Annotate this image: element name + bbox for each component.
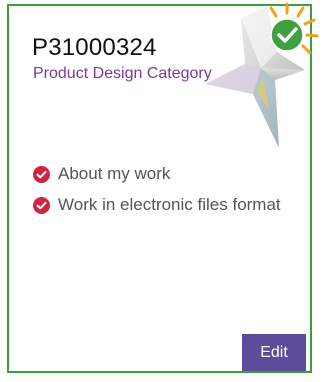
entry-id: P31000324	[32, 34, 157, 61]
check-badge-icon	[269, 2, 319, 55]
submission-items-list: About my work Work in electronic files f…	[33, 160, 281, 219]
checkmark-icon	[33, 196, 50, 214]
entry-category: Product Design Category	[33, 65, 212, 82]
list-item: Work in electronic files format	[33, 191, 281, 219]
list-item: About my work	[33, 160, 281, 188]
item-label: About my work	[58, 164, 171, 183]
item-label: Work in electronic files format	[58, 195, 281, 214]
checkmark-icon	[33, 165, 50, 183]
edit-button[interactable]: Edit	[242, 334, 306, 371]
